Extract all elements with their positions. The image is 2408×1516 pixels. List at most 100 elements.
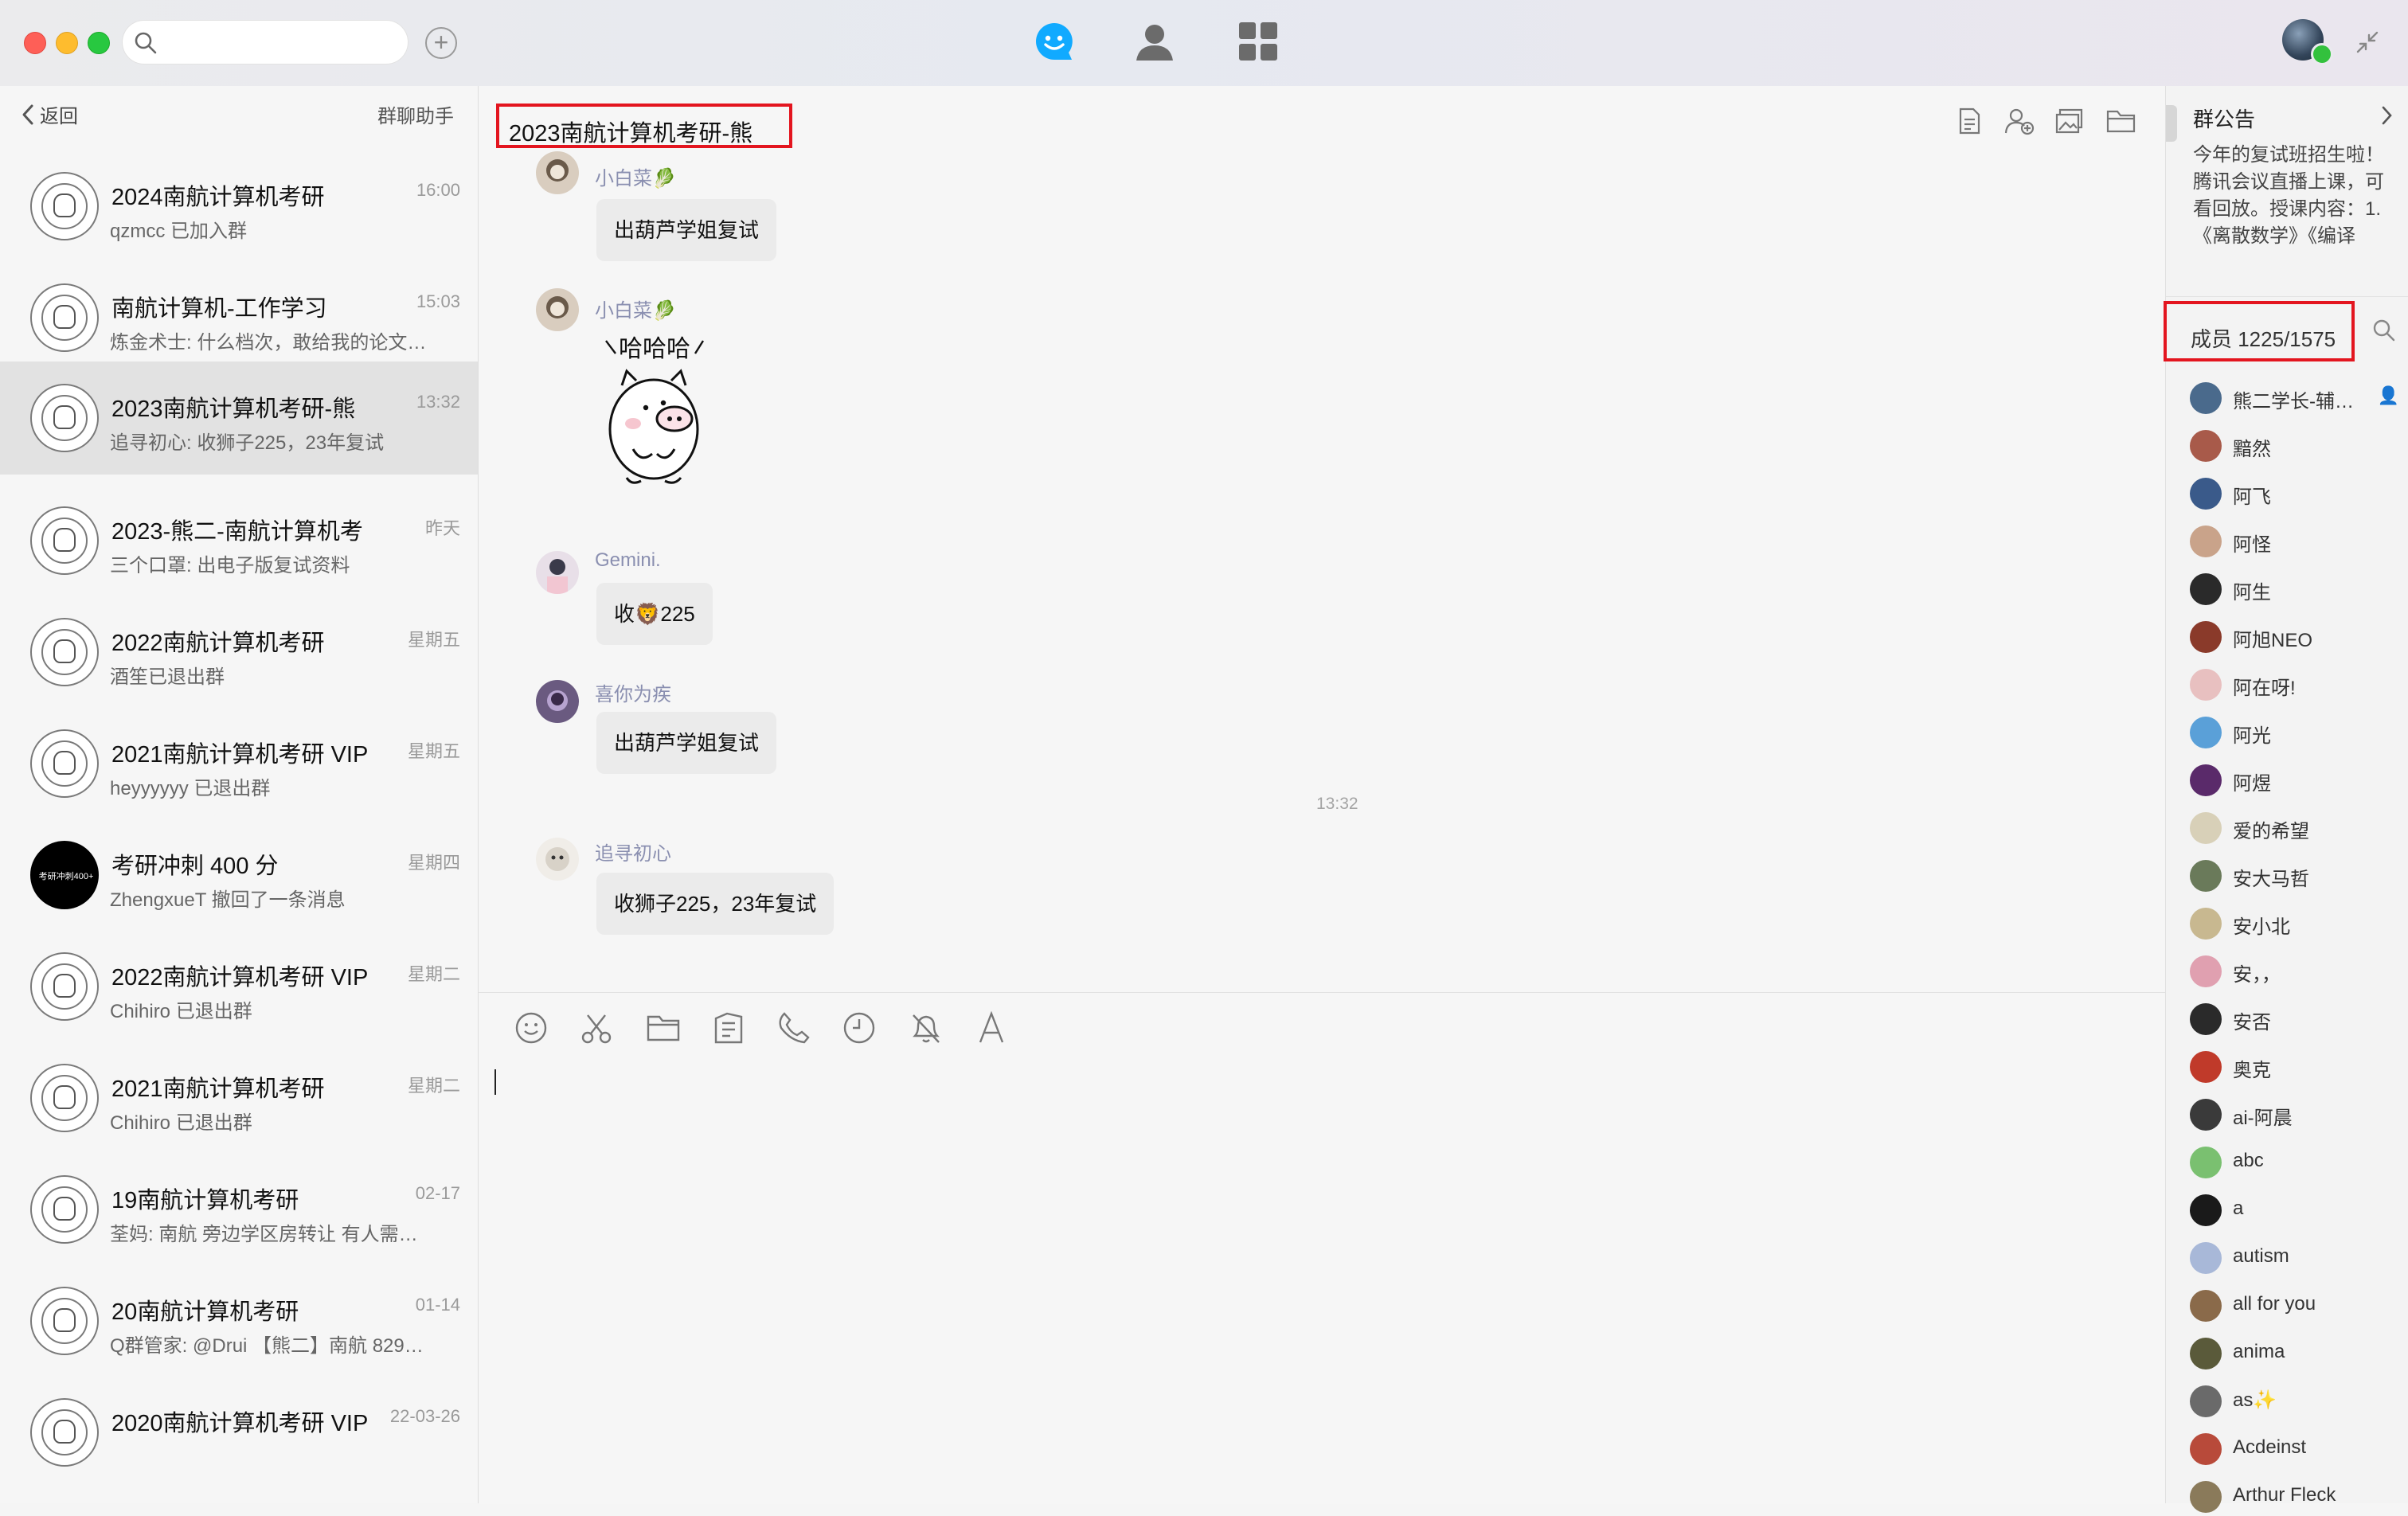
- sender-avatar[interactable]: [536, 151, 579, 194]
- member-name: 熊二学长-辅…: [2233, 391, 2354, 412]
- conversation-item[interactable]: 南航计算机-工作学习 炼金术士: 什么档次，敢给我的论文… 15:03: [0, 263, 478, 374]
- chevron-right-icon[interactable]: [2380, 105, 2393, 126]
- conversation-preview: 荃妈: 南航 旁边学区房转让 有人需…: [110, 1224, 418, 1245]
- pig-sticker[interactable]: 哈哈哈: [598, 330, 717, 497]
- font-icon[interactable]: [974, 1010, 1009, 1045]
- member-item[interactable]: 奥克: [2190, 1046, 2408, 1086]
- conversation-time: 22-03-26: [389, 1406, 460, 1426]
- group-avatar: [30, 729, 99, 798]
- member-avatar: [2190, 1099, 2222, 1131]
- scissors-icon[interactable]: [579, 1010, 614, 1045]
- text-caret: [494, 1069, 496, 1095]
- maximize-window-button[interactable]: [88, 32, 110, 54]
- screenshot-icon[interactable]: [711, 1010, 746, 1045]
- sender-avatar[interactable]: [536, 551, 579, 594]
- sticker-text: 哈哈哈: [619, 335, 690, 363]
- group-avatar: [30, 618, 99, 686]
- member-item[interactable]: 阿飞: [2190, 473, 2408, 513]
- member-item[interactable]: Arthur Fleck: [2190, 1476, 2408, 1516]
- shrink-window-icon[interactable]: [2355, 30, 2379, 54]
- clock-icon[interactable]: [842, 1010, 877, 1045]
- sender-name: 追寻初心: [595, 843, 671, 865]
- member-item[interactable]: 阿旭NEO: [2190, 616, 2408, 656]
- message-bubble[interactable]: 收🦁225: [596, 583, 713, 645]
- announcement-text[interactable]: 今年的复试班招生啦！腾讯会议直播上课，可看回放。授课内容：1.《离散数学》《编译: [2193, 142, 2398, 250]
- conversation-item-active[interactable]: 2023南航计算机考研-熊 追寻初心: 收狮子225，23年复试 13:32: [0, 361, 478, 475]
- search-input[interactable]: [123, 21, 408, 64]
- add-member-icon[interactable]: [2004, 107, 2035, 135]
- member-item[interactable]: 爱的希望: [2190, 807, 2408, 847]
- conversation-item[interactable]: 2022南航计算机考研 VIP Chihiro 已退出群 星期二: [0, 932, 478, 1043]
- conversation-item[interactable]: 2023-熊二-南航计算机考 三个口罩: 出电子版复试资料 昨天: [0, 486, 478, 597]
- phone-icon[interactable]: [776, 1010, 811, 1045]
- back-button[interactable]: 返回: [21, 100, 78, 128]
- member-item[interactable]: abc: [2190, 1142, 2408, 1182]
- close-window-button[interactable]: [24, 32, 46, 54]
- conversation-item[interactable]: 考研冲刺400+ 考研冲刺 400 分 ZhengxueT 撤回了一条消息 星期…: [0, 820, 478, 932]
- member-item[interactable]: 阿生: [2190, 568, 2408, 608]
- sender-avatar[interactable]: [536, 838, 579, 881]
- conversation-item[interactable]: 2020南航计算机考研 VIP 22-03-26: [0, 1377, 478, 1489]
- member-item[interactable]: 安大马哲: [2190, 855, 2408, 895]
- member-item[interactable]: 安否: [2190, 998, 2408, 1038]
- member-item[interactable]: anima: [2190, 1333, 2408, 1373]
- apps-grid-icon[interactable]: [1237, 21, 1279, 62]
- member-item[interactable]: 安，，: [2190, 951, 2408, 990]
- member-item[interactable]: all for you: [2190, 1285, 2408, 1325]
- time-separator: 13:32: [1316, 795, 1358, 813]
- member-item[interactable]: as✨: [2190, 1381, 2408, 1420]
- conversation-item[interactable]: 2024南航计算机考研 qzmcc 已加入群 16:00: [0, 151, 478, 263]
- member-item[interactable]: autism: [2190, 1237, 2408, 1277]
- sender-avatar[interactable]: [536, 288, 579, 331]
- emoji-icon[interactable]: [514, 1010, 549, 1045]
- member-avatar: [2190, 1433, 2222, 1465]
- collapse-panel-handle[interactable]: [2166, 105, 2177, 142]
- minimize-window-button[interactable]: [56, 32, 78, 54]
- announcement-title[interactable]: 群公告: [2193, 104, 2255, 133]
- member-item[interactable]: 安小北: [2190, 903, 2408, 943]
- message-bubble[interactable]: 收狮子225，23年复试: [596, 873, 835, 935]
- member-item[interactable]: ai-阿晨: [2190, 1094, 2408, 1134]
- group-avatar: [30, 1398, 99, 1467]
- group-helper-link[interactable]: 群聊助手: [377, 100, 454, 128]
- member-item[interactable]: 阿煜: [2190, 760, 2408, 799]
- member-item[interactable]: Acdeinst: [2190, 1428, 2408, 1468]
- conversation-name: 2021南航计算机考研: [111, 1076, 325, 1102]
- conversation-item[interactable]: 2022南航计算机考研 酒笙已退出群 星期五: [0, 597, 478, 709]
- member-item[interactable]: 阿光: [2190, 712, 2408, 752]
- announcement-icon[interactable]: [1955, 107, 1984, 135]
- member-item[interactable]: a: [2190, 1190, 2408, 1229]
- folder-icon[interactable]: [646, 1010, 681, 1045]
- album-icon[interactable]: [2055, 107, 2084, 135]
- avatar-image: [536, 680, 579, 723]
- sender-avatar[interactable]: [536, 680, 579, 723]
- member-avatar: [2190, 1051, 2222, 1083]
- conversation-preview: 三个口罩: 出电子版复试资料: [110, 555, 350, 576]
- member-item[interactable]: 熊二学长-辅… 👤: [2190, 377, 2408, 417]
- announcement-fade: [2193, 247, 2402, 279]
- message-composer[interactable]: [479, 992, 2165, 1504]
- member-count: 成员 1225/1575: [2164, 301, 2355, 361]
- member-item[interactable]: 阿怪: [2190, 521, 2408, 561]
- conversation-item[interactable]: 19南航计算机考研 荃妈: 南航 旁边学区房转让 有人需… 02-17: [0, 1155, 478, 1266]
- mute-bell-icon[interactable]: [909, 1010, 944, 1045]
- conversation-item[interactable]: 20南航计算机考研 Q群管家: @Drui 【熊二】南航 829… 01-14: [0, 1266, 478, 1377]
- add-button[interactable]: +: [425, 27, 457, 59]
- message-bubble[interactable]: 出葫芦学姐复试: [596, 199, 777, 261]
- search-icon[interactable]: [2372, 318, 2396, 342]
- chat-icon[interactable]: [1034, 21, 1075, 62]
- conversation-sidebar: 返回 群聊助手 2024南航计算机考研 qzmcc 已加入群 16:00 南航计…: [0, 86, 479, 1503]
- member-name: ai-阿晨: [2233, 1108, 2293, 1129]
- conversation-item[interactable]: 2021南航计算机考研 Chihiro 已退出群 星期二: [0, 1043, 478, 1155]
- conversation-item[interactable]: 2021南航计算机考研 VIP heyyyyyy 已退出群 星期五: [0, 709, 478, 820]
- member-avatar: [2190, 1481, 2222, 1513]
- member-name: 阿光: [2233, 725, 2271, 747]
- message-bubble[interactable]: 出葫芦学姐复试: [596, 712, 777, 774]
- member-item[interactable]: 黯然: [2190, 425, 2408, 465]
- conversation-time: 01-14: [415, 1295, 460, 1315]
- conversation-name: 2022南航计算机考研 VIP: [111, 965, 369, 990]
- member-name: 安，，: [2233, 964, 2281, 986]
- contacts-icon[interactable]: [1134, 21, 1175, 62]
- member-item[interactable]: 阿在呀!: [2190, 664, 2408, 704]
- folder-icon[interactable]: [2106, 107, 2136, 135]
